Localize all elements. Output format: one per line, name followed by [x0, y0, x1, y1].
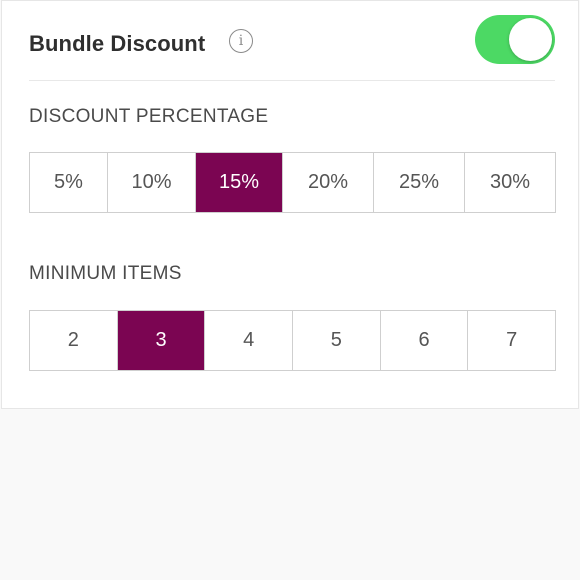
minimum-items-selector: 2 3 4 5 6 7 — [29, 310, 556, 371]
minimum-items-option[interactable]: 7 — [468, 311, 556, 370]
bundle-discount-toggle[interactable] — [475, 15, 555, 64]
minimum-items-option[interactable]: 6 — [380, 311, 469, 370]
discount-option[interactable]: 15% — [196, 153, 283, 212]
minimum-items-option[interactable]: 2 — [30, 311, 118, 370]
minimum-items-label: MINIMUM ITEMS — [29, 263, 182, 284]
discount-option[interactable]: 5% — [30, 153, 108, 212]
minimum-items-option[interactable]: 3 — [117, 311, 206, 370]
card-header: Bundle Discount i — [29, 1, 555, 81]
info-icon[interactable]: i — [229, 29, 253, 53]
discount-option[interactable]: 10% — [108, 153, 196, 212]
discount-option[interactable]: 30% — [465, 153, 555, 212]
discount-percentage-label: DISCOUNT PERCENTAGE — [29, 106, 269, 127]
discount-option[interactable]: 25% — [374, 153, 465, 212]
minimum-items-option[interactable]: 5 — [293, 311, 381, 370]
discount-option[interactable]: 20% — [283, 153, 374, 212]
page-title: Bundle Discount — [29, 31, 206, 56]
toggle-knob — [509, 18, 552, 61]
discount-percentage-selector: 5% 10% 15% 20% 25% 30% — [29, 152, 556, 213]
bundle-discount-card: Bundle Discount i DISCOUNT PERCENTAGE 5%… — [1, 0, 579, 409]
minimum-items-option[interactable]: 4 — [205, 311, 294, 370]
